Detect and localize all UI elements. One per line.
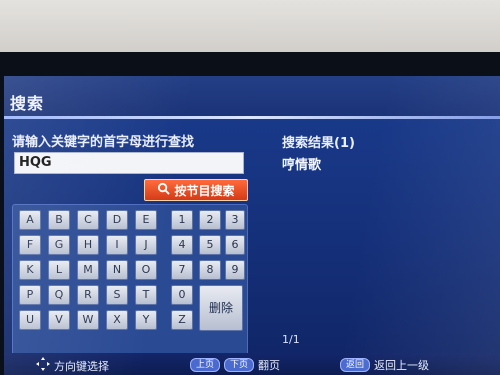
key-f[interactable]: F <box>19 235 41 255</box>
footer-page-hint: 上页 下页 翻页 <box>190 357 280 373</box>
page-up-key: 上页 <box>190 358 221 372</box>
key-5[interactable]: 5 <box>199 235 221 255</box>
keypad: A B C D E F G H I J K L M N O P Q R S T … <box>12 204 248 356</box>
key-x[interactable]: X <box>106 310 128 330</box>
header-bar: 搜索 <box>4 76 500 116</box>
key-0[interactable]: 0 <box>171 285 193 305</box>
results-panel: 搜索结果(1) 哼情歌 1/1 <box>276 126 496 356</box>
key-6[interactable]: 6 <box>225 235 245 255</box>
key-n[interactable]: N <box>106 260 128 280</box>
key-r[interactable]: R <box>77 285 99 305</box>
search-icon <box>157 182 171 198</box>
results-title: 搜索结果(1) <box>282 136 355 151</box>
key-o[interactable]: O <box>135 260 157 280</box>
key-y[interactable]: Y <box>135 310 157 330</box>
key-7[interactable]: 7 <box>171 260 193 280</box>
key-8[interactable]: 8 <box>199 260 221 280</box>
key-1[interactable]: 1 <box>171 210 193 230</box>
key-s[interactable]: S <box>106 285 128 305</box>
key-i[interactable]: I <box>106 235 128 255</box>
search-button-label: 按节目搜索 <box>174 183 235 198</box>
dpad-icon <box>36 357 50 374</box>
key-2[interactable]: 2 <box>199 210 221 230</box>
key-c[interactable]: C <box>77 210 99 230</box>
footer-back-hint: 返回 返回上一级 <box>340 357 429 373</box>
search-input[interactable]: HQG <box>14 152 244 174</box>
key-9[interactable]: 9 <box>225 260 245 280</box>
key-d[interactable]: D <box>106 210 128 230</box>
back-key: 返回 <box>340 358 371 372</box>
key-w[interactable]: W <box>77 310 99 330</box>
result-item[interactable]: 哼情歌 <box>282 154 321 173</box>
page-indicator: 1/1 <box>282 333 300 346</box>
search-prompt: 请输入关键字的首字母进行查找 <box>12 135 195 150</box>
key-v[interactable]: V <box>48 310 70 330</box>
key-m[interactable]: M <box>77 260 99 280</box>
key-j[interactable]: J <box>135 235 157 255</box>
header-divider <box>4 116 500 119</box>
delete-button[interactable]: 删除 <box>199 285 243 331</box>
back-label: 返回上一级 <box>374 359 430 372</box>
key-l[interactable]: L <box>48 260 70 280</box>
key-t[interactable]: T <box>135 285 157 305</box>
search-by-program-button[interactable]: 按节目搜索 <box>144 179 248 201</box>
key-p[interactable]: P <box>19 285 41 305</box>
key-3[interactable]: 3 <box>225 210 245 230</box>
key-u[interactable]: U <box>19 310 41 330</box>
key-a[interactable]: A <box>19 210 41 230</box>
tv-screen: 搜索 请输入关键字的首字母进行查找 HQG 按节目搜索 A B C D E F … <box>4 76 500 375</box>
page-down-key: 下页 <box>224 358 255 372</box>
page-turn-label: 翻页 <box>258 359 281 372</box>
nav-hint-label: 方向键选择 <box>54 359 109 373</box>
key-g[interactable]: G <box>48 235 70 255</box>
key-e[interactable]: E <box>135 210 157 230</box>
key-h[interactable]: H <box>77 235 99 255</box>
key-q[interactable]: Q <box>48 285 70 305</box>
wall-background <box>0 0 500 60</box>
key-b[interactable]: B <box>48 210 70 230</box>
page-title: 搜索 <box>10 94 45 113</box>
key-4[interactable]: 4 <box>171 235 193 255</box>
key-z[interactable]: Z <box>171 310 193 330</box>
footer-hint-bar: 方向键选择 上页 下页 翻页 返回 返回上一级 <box>4 353 500 375</box>
search-panel: 请输入关键字的首字母进行查找 HQG 按节目搜索 A B C D E F G H… <box>10 126 266 356</box>
footer-nav-hint: 方向键选择 <box>36 357 109 374</box>
key-k[interactable]: K <box>19 260 41 280</box>
